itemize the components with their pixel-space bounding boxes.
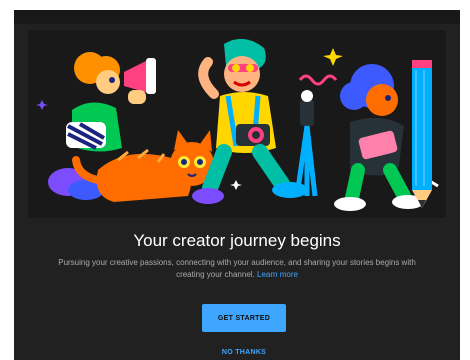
tripod-prop — [294, 90, 318, 197]
dialog-top-strip — [14, 10, 460, 24]
no-thanks-button[interactable]: NO THANKS — [202, 344, 286, 360]
learn-more-link[interactable]: Learn more — [257, 270, 298, 279]
dialog-body: Pursuing your creative passions, connect… — [54, 257, 420, 281]
pencil-character — [334, 60, 432, 211]
create-channel-dialog: Your creator journey begins Pursuing you… — [14, 10, 460, 360]
camera-character — [192, 38, 308, 204]
get-started-button[interactable]: GET STARTED — [202, 304, 286, 332]
dialog-body-text: Pursuing your creative passions, connect… — [58, 258, 416, 279]
dialog-title: Your creator journey begins — [133, 231, 341, 250]
creators-illustration — [28, 30, 446, 218]
